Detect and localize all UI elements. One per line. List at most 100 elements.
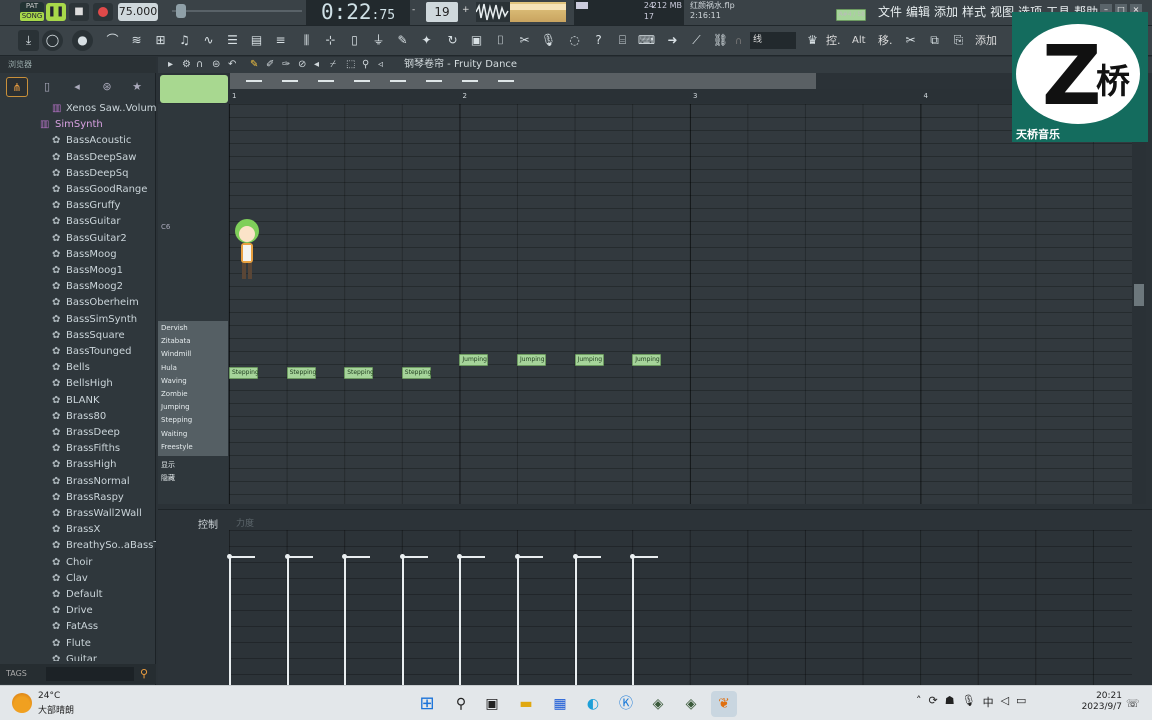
stamp-icon[interactable]: ⌷ xyxy=(490,30,511,51)
browser-preset-item[interactable]: ✿ BellsHigh xyxy=(0,376,154,392)
arrow-right-icon[interactable]: ➜ xyxy=(662,30,683,51)
playlist-icon[interactable]: ☰ xyxy=(222,30,243,51)
chat-icon[interactable]: ◌ xyxy=(564,30,585,51)
browser-folder[interactable]: ▥ SimSynth xyxy=(0,117,154,133)
browser-preset-item[interactable]: ▥ Xenos Saw..Volume 1 xyxy=(0,101,156,117)
ctrl-mode-label[interactable]: 控. xyxy=(826,30,841,51)
draw-icon[interactable]: ✑ xyxy=(282,57,290,73)
menu-arrow-icon[interactable]: ▸ xyxy=(168,57,173,73)
search-taskbar-icon[interactable]: ⚲ xyxy=(448,691,474,717)
dance-key-label[interactable]: Waiting xyxy=(161,429,187,439)
wave-tool-icon[interactable]: ∿ xyxy=(198,30,219,51)
control-lane-label[interactable]: 控制 xyxy=(198,516,218,531)
menu-file[interactable]: 文件 xyxy=(878,3,902,21)
tab-favorites-icon[interactable]: ★ xyxy=(126,77,148,97)
app-icon-1[interactable]: ◈ xyxy=(645,691,671,717)
keyboard-tool-icon[interactable]: ♫ xyxy=(174,30,195,51)
edge-browser-icon[interactable]: ◐ xyxy=(580,691,606,717)
alt-mode-label[interactable]: Alt xyxy=(852,30,866,51)
tab-files-icon[interactable]: ▯ xyxy=(36,77,58,97)
slice-icon[interactable]: ⌿ xyxy=(330,57,336,73)
menu-edit[interactable]: 编辑 xyxy=(906,3,930,21)
velocity-handle[interactable] xyxy=(457,554,463,559)
scissors-icon[interactable]: ✂ xyxy=(514,30,535,51)
stop-button[interactable]: ■ xyxy=(69,3,89,21)
pattern-plus-button[interactable]: + xyxy=(462,5,470,15)
zoom-icon[interactable]: ⚲ xyxy=(362,57,369,73)
browser-preset-item[interactable]: ✿ BrassHigh xyxy=(0,457,154,473)
browser-preset-item[interactable]: ✿ FatAss xyxy=(0,619,154,635)
dance-key-label[interactable]: Freestyle xyxy=(161,442,193,452)
cut-icon[interactable]: ✂ xyxy=(900,30,921,51)
browser-preset-item[interactable]: ✿ BrassDeep xyxy=(0,425,154,441)
weather-widget[interactable]: 24°C 大部晴朗 xyxy=(12,690,92,718)
hide-label[interactable]: 隐藏 xyxy=(161,473,175,483)
browser-preset-item[interactable]: ✿ BassOberheim xyxy=(0,295,154,311)
tray-security-icon[interactable]: ☗ xyxy=(945,694,955,710)
add-button[interactable]: 添加 xyxy=(975,30,997,51)
velocity-bar[interactable] xyxy=(401,556,404,686)
menu-add[interactable]: 添加 xyxy=(934,3,958,21)
velocity-bar[interactable] xyxy=(517,556,519,686)
scale-icon[interactable]: ⊜ xyxy=(212,57,220,73)
waveform-tool-icon[interactable]: ≋ xyxy=(126,30,147,51)
browser-preset-item[interactable]: ✿ BrassRaspy xyxy=(0,490,154,506)
volume-icon[interactable]: ◁ xyxy=(1001,694,1009,710)
velocity-bar[interactable] xyxy=(459,556,462,686)
dance-key-label[interactable]: Windmill xyxy=(161,349,191,359)
pencil-icon[interactable]: ✎ xyxy=(250,57,258,73)
velocity-handle[interactable] xyxy=(284,554,290,559)
wrench-icon[interactable]: ⚙ xyxy=(182,57,191,73)
browser-preset-item[interactable]: ✿ Clav xyxy=(0,571,154,587)
mixer-icon[interactable]: ⫼ xyxy=(296,30,317,51)
dance-key-label[interactable]: Zombie xyxy=(161,389,188,399)
browser-preset-item[interactable]: ✿ BrassFifths xyxy=(0,441,154,457)
browser-preset-item[interactable]: ✿ BassGuitar2 xyxy=(0,231,154,247)
vertical-scrollbar[interactable] xyxy=(1132,104,1146,504)
browser-preset-item[interactable]: ✿ Guitar xyxy=(0,652,154,661)
plugin-picker-icon[interactable]: ⊹ xyxy=(320,30,341,51)
control-lane-target[interactable]: 力度 xyxy=(236,516,254,529)
refresh-icon[interactable]: ↻ xyxy=(442,30,463,51)
browser-preset-item[interactable]: ✿ Brass80 xyxy=(0,409,154,425)
browser-preset-item[interactable]: ✿ Flute xyxy=(0,636,154,652)
browser-preset-item[interactable]: ✿ Default xyxy=(0,587,154,603)
browser-preset-item[interactable]: ✿ BassGuitar xyxy=(0,214,154,230)
notification-icon[interactable]: ☏ xyxy=(1126,697,1140,710)
note-block[interactable]: Stepping xyxy=(229,367,259,379)
clock-date[interactable]: 2023/9/7 xyxy=(1076,702,1122,712)
note-block[interactable]: Jumping xyxy=(517,354,546,366)
kugou-icon[interactable]: Ⓚ xyxy=(613,691,639,717)
channel-rack-icon[interactable]: ▤ xyxy=(246,30,267,51)
magic-icon[interactable]: ✦ xyxy=(416,30,437,51)
ime-indicator[interactable]: 中 xyxy=(983,694,994,710)
note-block[interactable]: Stepping xyxy=(344,367,374,379)
velocity-bar[interactable] xyxy=(286,556,289,686)
link-icon[interactable]: ⛓ xyxy=(710,30,731,51)
tray-mic-icon[interactable]: 🎙 xyxy=(962,694,976,710)
browser-preset-item[interactable]: ✿ BrassNormal xyxy=(0,474,154,490)
brush-icon[interactable]: ⟋ xyxy=(686,30,707,51)
mixer-list-icon[interactable]: ≡ xyxy=(270,30,291,51)
browser-preset-item[interactable]: ✿ BrassX xyxy=(0,522,154,538)
show-label[interactable]: 显示 xyxy=(161,460,175,470)
pattern-minus-button[interactable]: - xyxy=(412,5,415,15)
velocity-grid[interactable] xyxy=(227,530,1132,686)
browser-preset-item[interactable]: ✿ BassMoog1 xyxy=(0,263,154,279)
browser-preset-item[interactable]: ✿ BrassWall2Wall xyxy=(0,506,154,522)
menu-view[interactable]: 视图 xyxy=(990,3,1014,21)
network-icon[interactable]: ▭ xyxy=(1016,694,1026,710)
plugin-icon[interactable]: ⏚ xyxy=(368,30,389,51)
velocity-handle[interactable] xyxy=(515,554,520,559)
select-icon[interactable]: ⬚ xyxy=(346,57,355,73)
master-volume-slider[interactable] xyxy=(172,4,302,18)
browser-preset-item[interactable]: ✿ BassGruffy xyxy=(0,198,154,214)
paint-icon[interactable]: ✐ xyxy=(266,57,274,73)
pat-song-switch[interactable]: PAT SONG xyxy=(20,2,44,22)
pitch-knob-icon[interactable]: ● xyxy=(72,30,93,51)
browser-preset-item[interactable]: ✿ BreathySo..aBassThing xyxy=(0,538,156,554)
velocity-handle[interactable] xyxy=(399,554,405,559)
browser-preset-item[interactable]: ✿ Choir xyxy=(0,555,154,571)
clock-time[interactable]: 20:21 xyxy=(1086,690,1122,702)
note-grid[interactable]: Stepping Stepping Stepping Stepping Jumping J… xyxy=(229,104,1132,504)
